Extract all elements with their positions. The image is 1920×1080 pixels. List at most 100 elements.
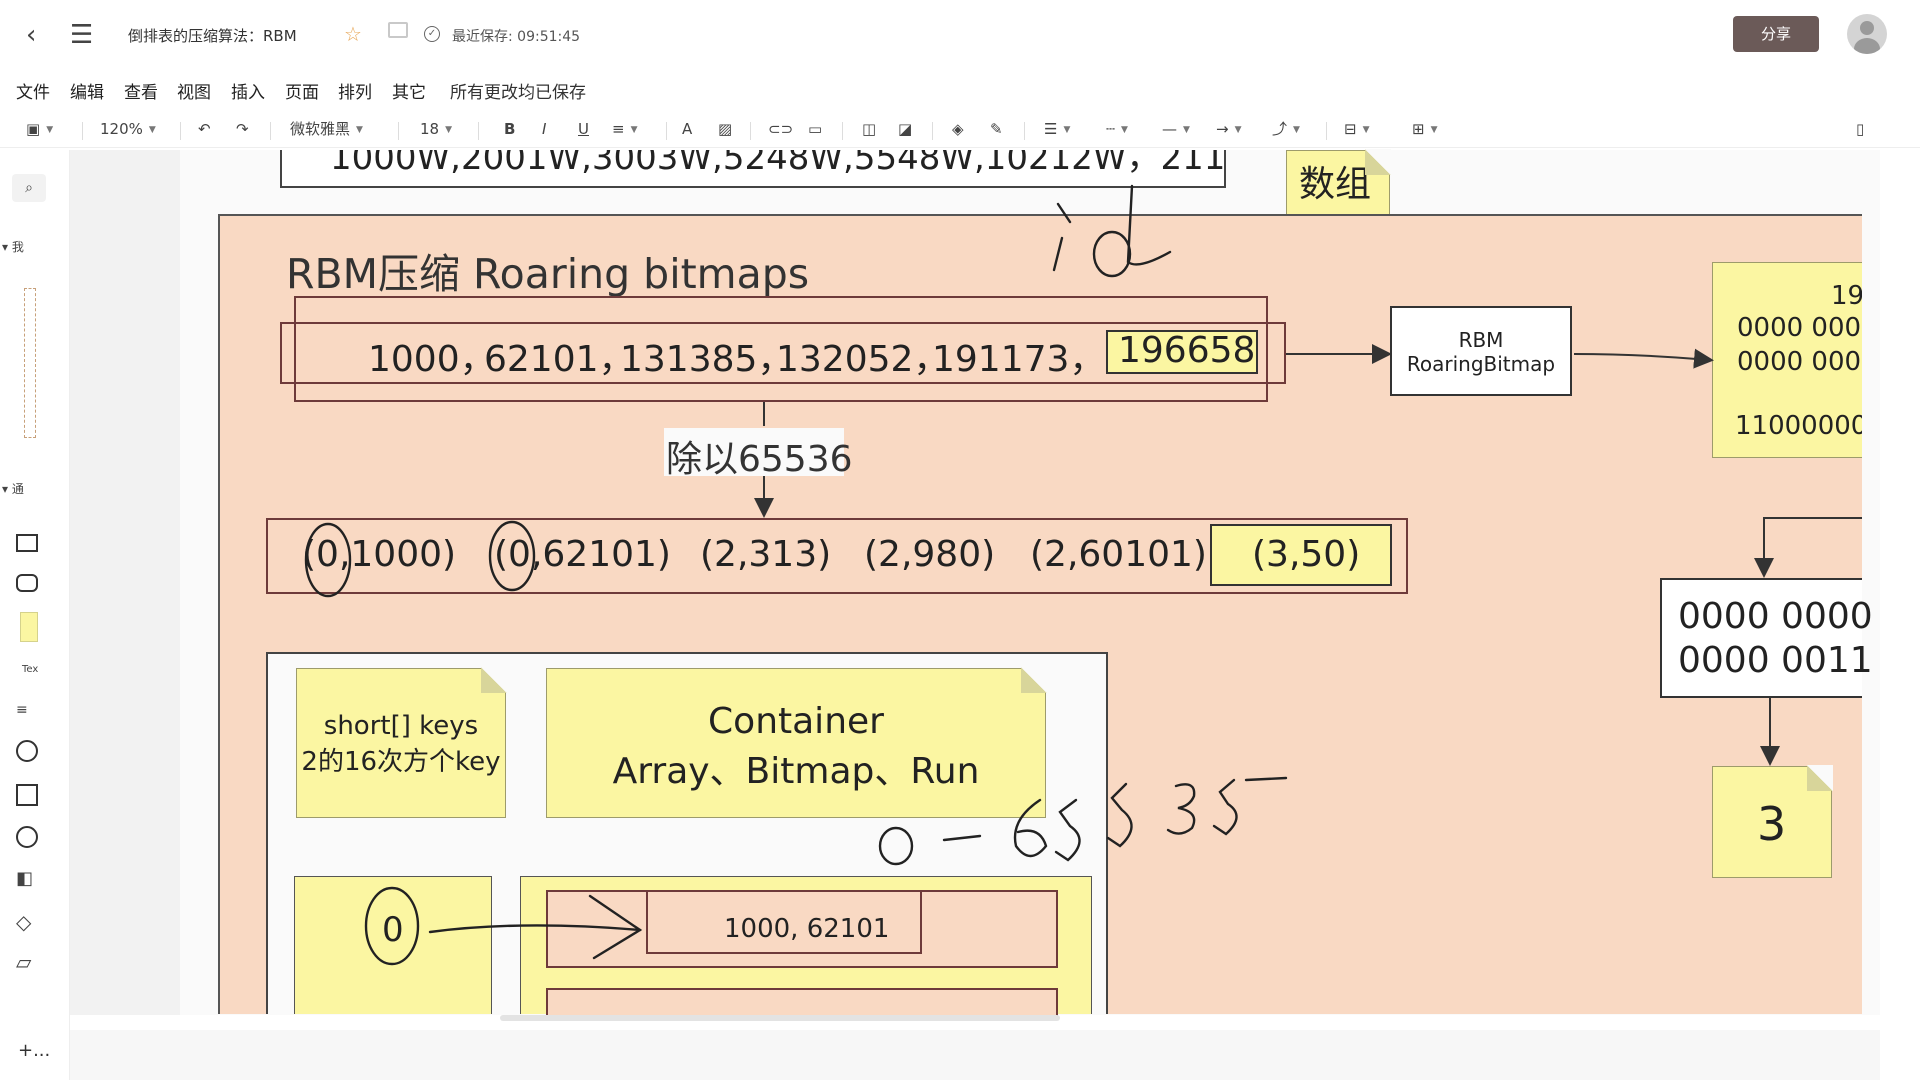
horizontal-scrollbar[interactable]	[500, 1015, 1060, 1021]
arrow-style-icon[interactable]: → ▼	[1216, 118, 1242, 141]
table-icon[interactable]: ⊞ ▼	[1412, 118, 1438, 141]
menu-page[interactable]: 页面	[285, 78, 319, 103]
bits-line: 19	[1831, 281, 1862, 311]
container-values: 1000, 62101	[724, 914, 890, 944]
menu-find[interactable]: 查看	[124, 78, 158, 103]
menu-arrange[interactable]: 排列	[338, 78, 372, 103]
search-icon[interactable]: ⌕	[12, 174, 46, 202]
bits-line: 11000000	[1735, 411, 1862, 441]
folder-icon[interactable]	[388, 22, 408, 38]
document-title[interactable]: 倒排表的压缩算法：RBM	[128, 25, 297, 46]
section-general-label: 通	[11, 482, 24, 496]
container-note[interactable]: Container Array、Bitmap、Run	[546, 667, 1047, 818]
rounded-rectangle-shape[interactable]	[16, 574, 38, 592]
left-panel: ⌕ ▾ 我 ▾ 通 Tex ≡ ◧ ◇ ▱	[0, 150, 70, 1080]
menu-edit[interactable]: 编辑	[70, 78, 104, 103]
rbm-box-line2: RoaringBitmap	[1406, 352, 1556, 376]
keys-note-line: 2的16次方个key	[301, 747, 501, 777]
diamond-shape[interactable]: ◇	[16, 910, 31, 934]
bits-line: 0000 000	[1737, 313, 1862, 343]
pair-value: (0,1000)	[302, 534, 457, 575]
process-shape[interactable]: ◧	[16, 868, 33, 889]
parallelogram-shape[interactable]: ▱	[16, 950, 31, 974]
image-icon[interactable]: ▭	[808, 118, 822, 140]
highlight-id-box[interactable]: 196658	[1106, 330, 1258, 374]
page-tabs-bar	[70, 1030, 1880, 1080]
undo-icon[interactable]: ↶	[198, 118, 211, 140]
send-back-icon[interactable]: ◪	[898, 118, 912, 140]
result-note[interactable]: 3	[1712, 765, 1833, 878]
heading-shape[interactable]: ≡	[16, 702, 28, 718]
container-next-box[interactable]	[546, 988, 1058, 1018]
avatar[interactable]	[1847, 14, 1887, 54]
top-list-text: 1000W,2001W,3003W,5248W,5548W,10212W，211	[330, 150, 1226, 178]
italic-button[interactable]: I	[542, 118, 546, 140]
shape-section-mine[interactable]: ▾ 我	[2, 238, 24, 255]
font-size-select[interactable]: 18 ▼	[420, 118, 452, 141]
highlight-pair-value: (3,50)	[1252, 534, 1361, 575]
bits-box[interactable]: 0000 0000 0000 0011	[1660, 578, 1873, 698]
rectangle-shape[interactable]	[16, 534, 38, 552]
ellipse-shape[interactable]	[16, 740, 38, 762]
save-all-status: 所有更改均已保存	[450, 83, 586, 103]
id-value: 62101，	[484, 339, 635, 380]
line-end-icon[interactable]: — ▼	[1162, 118, 1190, 141]
toolbar: ▣ ▼ 120% ▼ ↶ ↷ 微软雅黑 ▼ 18 ▼ B I U ≡ ▼ A ▨ ⊂⊃ ▭…	[0, 112, 1920, 148]
bold-button[interactable]: B	[504, 118, 515, 140]
side-panel-icon[interactable]: ▯	[1856, 118, 1864, 140]
line-color-icon[interactable]: ✎	[990, 118, 1003, 140]
custom-shape-placeholder[interactable]	[24, 288, 36, 438]
rbm-process-box[interactable]: RBM RoaringBitmap	[1390, 306, 1572, 396]
keys-note[interactable]: short[] keys 2的16次方个key	[296, 667, 507, 818]
bring-front-icon[interactable]: ◫	[862, 118, 876, 140]
id-value: 191173，	[932, 339, 1106, 380]
menu-icon[interactable]: ☰	[70, 20, 93, 50]
bits-box-line: 0000 0011	[1678, 640, 1873, 681]
link-icon[interactable]: ⊂⊃	[768, 118, 793, 140]
shape-section-general[interactable]: ▾ 通	[2, 480, 24, 497]
menu-other[interactable]: 其它	[392, 78, 426, 103]
align-icon[interactable]: ≡ ▼	[612, 118, 638, 141]
key-zero: 0	[382, 910, 404, 950]
arrange-align-icon[interactable]: ⊟ ▼	[1344, 118, 1370, 141]
text-shape[interactable]: Tex	[22, 664, 38, 675]
menu-insert[interactable]: 插入	[231, 78, 265, 103]
line-weight-icon[interactable]: ☰ ▼	[1044, 118, 1070, 141]
section-mine-label: 我	[11, 240, 24, 254]
pair-value: (2,980)	[864, 534, 996, 575]
font-family-select[interactable]: 微软雅黑 ▼	[290, 118, 363, 141]
circle-shape[interactable]	[16, 826, 38, 848]
square-shape[interactable]	[16, 784, 38, 806]
text-background-icon[interactable]: ▨	[718, 118, 732, 140]
menu-file[interactable]: 文件	[16, 78, 50, 103]
pair-value: (2,313)	[700, 534, 832, 575]
saved-check-icon: ✓	[424, 26, 440, 42]
back-icon[interactable]: ‹	[26, 20, 36, 50]
sticky-note-shape[interactable]	[20, 612, 38, 642]
container-note-line: Container	[708, 701, 884, 742]
array-note[interactable]: 数组	[1286, 149, 1391, 218]
bits-note[interactable]: 19 0000 000 0000 000 11000000	[1712, 262, 1862, 458]
underline-button[interactable]: U	[578, 118, 589, 140]
container-values-box[interactable]: 1000, 62101	[646, 890, 922, 954]
top-list-box[interactable]: 1000W,2001W,3003W,5248W,5548W,10212W，211	[280, 150, 1226, 188]
redo-icon[interactable]: ↷	[236, 118, 249, 140]
bits-box-line: 0000 0000	[1678, 596, 1873, 637]
share-button[interactable]: 分享	[1733, 16, 1819, 52]
panel-toggle-icon[interactable]: ▣ ▼	[26, 118, 53, 141]
divide-label-box[interactable]: 除以65536	[664, 428, 853, 480]
zoom-select[interactable]: 120% ▼	[100, 118, 156, 141]
add-page-button[interactable]: +...	[18, 1040, 50, 1061]
font-color-button[interactable]: A	[682, 118, 692, 140]
id-value: 1000，	[368, 339, 496, 380]
connector-icon[interactable]: ⤴ ▼	[1272, 118, 1300, 141]
id-value: 131385，	[620, 339, 794, 380]
fill-color-icon[interactable]: ◈	[952, 118, 964, 140]
line-style-icon[interactable]: ┄ ▼	[1106, 118, 1128, 141]
id-value: 132052，	[776, 339, 950, 380]
keys-note-line: short[] keys	[323, 711, 479, 741]
pair-value: (0,62101)	[494, 534, 671, 575]
menu-view[interactable]: 视图	[177, 78, 211, 103]
star-icon[interactable]: ☆	[344, 22, 362, 46]
highlight-pair-box[interactable]: (3,50)	[1210, 524, 1392, 586]
